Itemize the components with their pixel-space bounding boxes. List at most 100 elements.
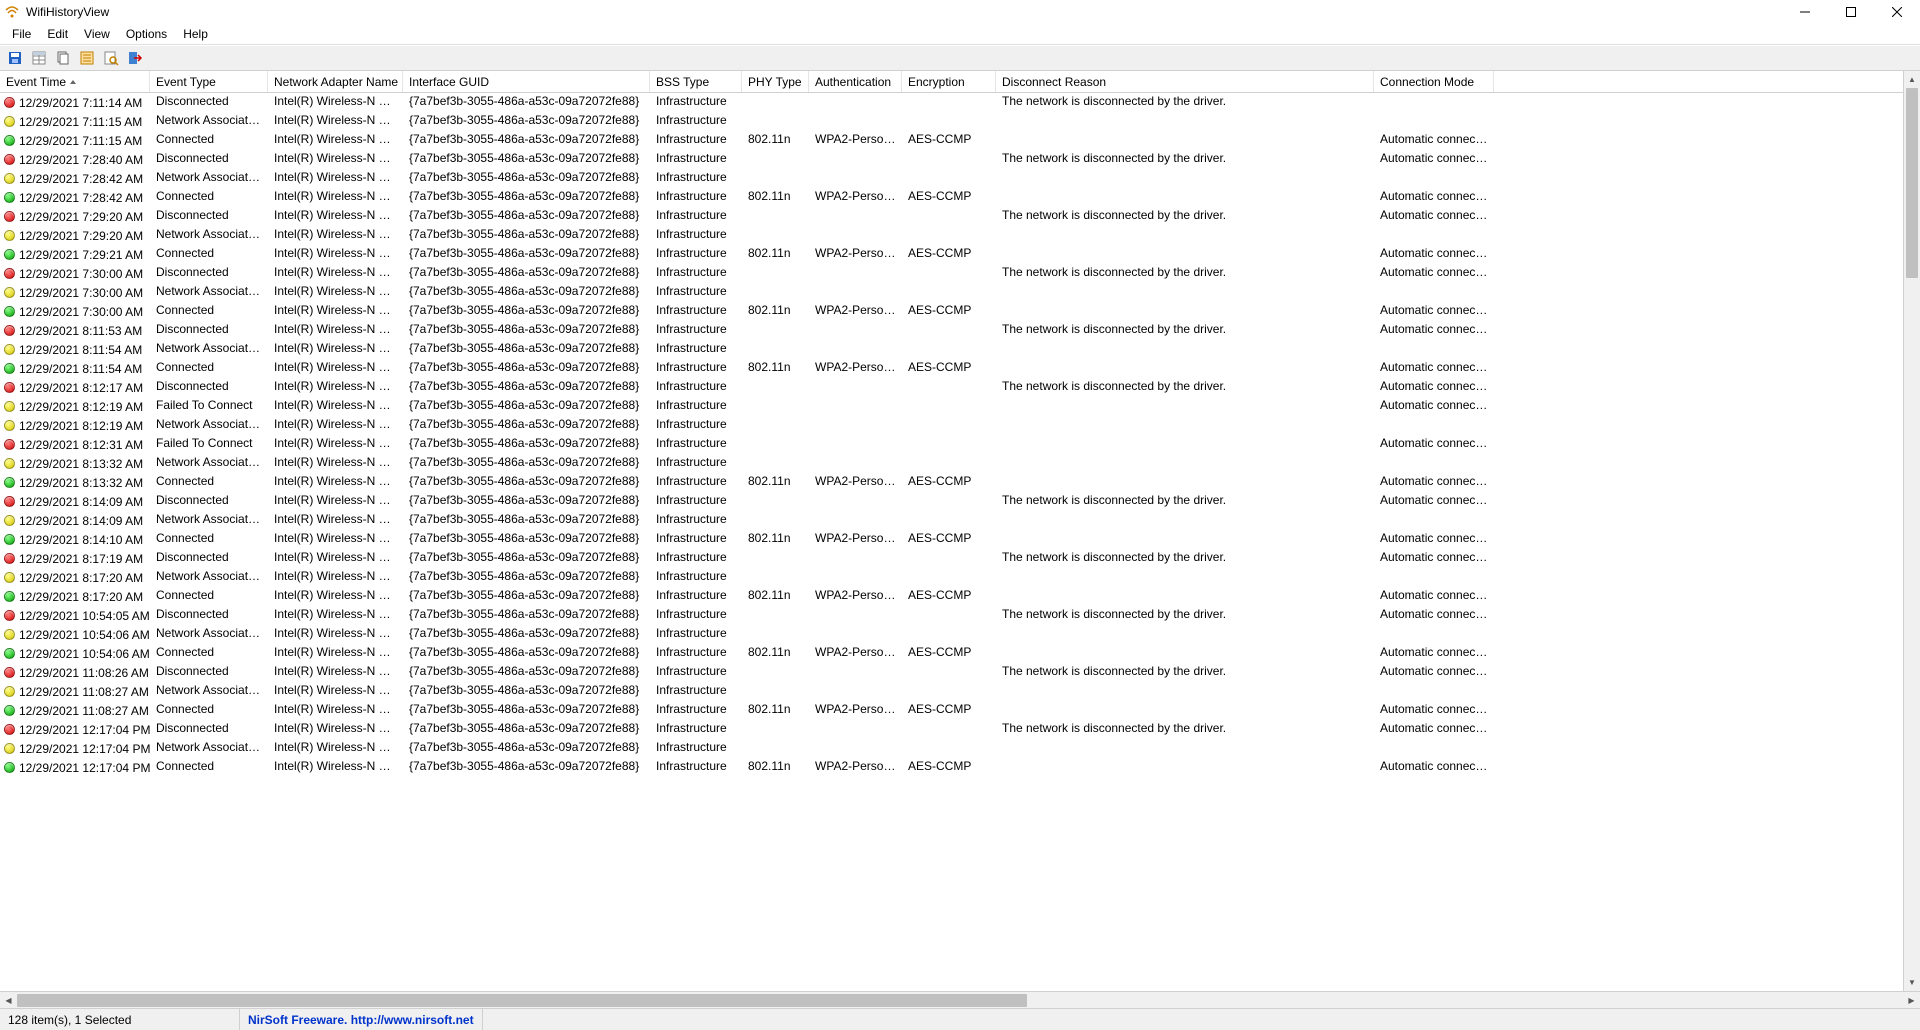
cell-mode: Automatic connecti... [1374,758,1494,777]
column-header[interactable]: Disconnect Reason [996,71,1374,92]
copy-icon[interactable] [52,47,74,69]
table-row[interactable]: 12/29/2021 8:17:20 AMConnectedIntel(R) W… [0,587,1903,606]
properties-icon[interactable] [76,47,98,69]
table-row[interactable]: 12/29/2021 7:29:20 AMDisconnectedIntel(R… [0,207,1903,226]
status-dot-icon [4,534,15,545]
cell-reason [996,682,1374,701]
table-row[interactable]: 12/29/2021 11:08:27 AMNetwork Associatio… [0,682,1903,701]
table-row[interactable]: 12/29/2021 8:12:19 AMNetwork Association… [0,416,1903,435]
column-header[interactable]: Authentication [809,71,902,92]
cell-auth: WPA2-Personal [809,530,902,549]
cell-adapter: Intel(R) Wireless-N 7260 [268,112,403,131]
table-row[interactable]: 12/29/2021 11:08:26 AMDisconnectedIntel(… [0,663,1903,682]
table-row[interactable]: 12/29/2021 10:54:05 AMDisconnectedIntel(… [0,606,1903,625]
table-row[interactable]: 12/29/2021 7:30:00 AMDisconnectedIntel(R… [0,264,1903,283]
column-header[interactable]: PHY Type [742,71,809,92]
scroll-down-icon[interactable]: ▼ [1904,974,1920,991]
table-row[interactable]: 12/29/2021 7:28:40 AMDisconnectedIntel(R… [0,150,1903,169]
table-row[interactable]: 12/29/2021 8:12:31 AMFailed To ConnectIn… [0,435,1903,454]
column-header[interactable]: Event Time [0,71,150,92]
cell-guid: {7a7bef3b-3055-486a-a53c-09a72072fe88} [403,473,650,492]
cell-type: Disconnected [150,492,268,511]
column-header[interactable]: Encryption [902,71,996,92]
column-header[interactable]: Interface GUID [403,71,650,92]
cell-adapter: Intel(R) Wireless-N 7260 [268,739,403,758]
cell-auth [809,416,902,435]
table-row[interactable]: 12/29/2021 8:11:53 AMDisconnectedIntel(R… [0,321,1903,340]
cell-reason [996,359,1374,378]
exit-icon[interactable] [124,47,146,69]
cell-enc: AES-CCMP [902,530,996,549]
cell-auth [809,682,902,701]
cell-guid: {7a7bef3b-3055-486a-a53c-09a72072fe88} [403,93,650,112]
scroll-thumb[interactable] [1906,88,1918,278]
cell-type: Network Association [150,568,268,587]
table-row[interactable]: 12/29/2021 7:11:14 AMDisconnectedIntel(R… [0,93,1903,112]
cell-guid: {7a7bef3b-3055-486a-a53c-09a72072fe88} [403,454,650,473]
table-row[interactable]: 12/29/2021 7:30:00 AMConnectedIntel(R) W… [0,302,1903,321]
scroll-up-icon[interactable]: ▲ [1904,71,1920,88]
table-row[interactable]: 12/29/2021 7:28:42 AMNetwork Association… [0,169,1903,188]
status-dot-icon [4,268,15,279]
table-row[interactable]: 12/29/2021 8:17:20 AMNetwork Association… [0,568,1903,587]
table-row[interactable]: 12/29/2021 8:14:09 AMDisconnectedIntel(R… [0,492,1903,511]
menu-help[interactable]: Help [175,25,216,43]
menu-edit[interactable]: Edit [39,25,76,43]
cell-type: Connected [150,359,268,378]
table-row[interactable]: 12/29/2021 10:54:06 AMNetwork Associatio… [0,625,1903,644]
column-header[interactable]: Connection Mode [1374,71,1494,92]
save-icon[interactable] [4,47,26,69]
horizontal-scrollbar[interactable]: ◀ ▶ [0,991,1920,1008]
cell-auth: WPA2-Personal [809,245,902,264]
column-header[interactable]: BSS Type [650,71,742,92]
cell-adapter: Intel(R) Wireless-N 7260 [268,340,403,359]
maximize-button[interactable] [1828,0,1874,23]
table-row[interactable]: 12/29/2021 7:30:00 AMNetwork Association… [0,283,1903,302]
table-row[interactable]: 12/29/2021 7:29:21 AMConnectedIntel(R) W… [0,245,1903,264]
table-row[interactable]: 12/29/2021 10:54:06 AMConnectedIntel(R) … [0,644,1903,663]
vertical-scrollbar[interactable]: ▲ ▼ [1903,71,1920,991]
menu-view[interactable]: View [76,25,118,43]
cell-time: 12/29/2021 7:30:00 AM [0,302,150,321]
table-row[interactable]: 12/29/2021 12:17:04 PMDisconnectedIntel(… [0,720,1903,739]
table-icon[interactable] [28,47,50,69]
toolbar [0,45,1920,71]
cell-auth: WPA2-Personal [809,473,902,492]
cell-guid: {7a7bef3b-3055-486a-a53c-09a72072fe88} [403,245,650,264]
cell-adapter: Intel(R) Wireless-N 7260 [268,93,403,112]
table-row[interactable]: 12/29/2021 8:13:32 AMNetwork Association… [0,454,1903,473]
cell-mode [1374,93,1494,112]
table-row[interactable]: 12/29/2021 11:08:27 AMConnectedIntel(R) … [0,701,1903,720]
menu-options[interactable]: Options [118,25,175,43]
table-row[interactable]: 12/29/2021 7:11:15 AMNetwork Association… [0,112,1903,131]
status-dot-icon [4,363,15,374]
table-row[interactable]: 12/29/2021 7:11:15 AMConnectedIntel(R) W… [0,131,1903,150]
minimize-button[interactable] [1782,0,1828,23]
table-row[interactable]: 12/29/2021 7:29:20 AMNetwork Association… [0,226,1903,245]
table-row[interactable]: 12/29/2021 8:17:19 AMDisconnectedIntel(R… [0,549,1903,568]
table-row[interactable]: 12/29/2021 7:28:42 AMConnectedIntel(R) W… [0,188,1903,207]
scroll-right-icon[interactable]: ▶ [1903,992,1920,1008]
table-row[interactable]: 12/29/2021 8:11:54 AMNetwork Association… [0,340,1903,359]
column-header[interactable]: Network Adapter Name [268,71,403,92]
cell-phy [742,340,809,359]
cell-auth [809,378,902,397]
scroll-left-icon[interactable]: ◀ [0,992,17,1008]
cell-guid: {7a7bef3b-3055-486a-a53c-09a72072fe88} [403,739,650,758]
table-row[interactable]: 12/29/2021 8:12:19 AMFailed To ConnectIn… [0,397,1903,416]
find-icon[interactable] [100,47,122,69]
table-row[interactable]: 12/29/2021 12:17:04 PMConnectedIntel(R) … [0,758,1903,777]
grid-body[interactable]: 12/29/2021 7:11:14 AMDisconnectedIntel(R… [0,93,1903,777]
table-row[interactable]: 12/29/2021 8:13:32 AMConnectedIntel(R) W… [0,473,1903,492]
cell-auth [809,663,902,682]
menu-file[interactable]: File [4,25,39,43]
close-button[interactable] [1874,0,1920,23]
table-row[interactable]: 12/29/2021 8:14:10 AMConnectedIntel(R) W… [0,530,1903,549]
scroll-thumb[interactable] [17,994,1027,1007]
table-row[interactable]: 12/29/2021 8:11:54 AMConnectedIntel(R) W… [0,359,1903,378]
table-row[interactable]: 12/29/2021 12:17:04 PMNetwork Associatio… [0,739,1903,758]
table-row[interactable]: 12/29/2021 8:14:09 AMNetwork Association… [0,511,1903,530]
window-title: WifiHistoryView [26,5,109,19]
table-row[interactable]: 12/29/2021 8:12:17 AMDisconnectedIntel(R… [0,378,1903,397]
column-header[interactable]: Event Type [150,71,268,92]
